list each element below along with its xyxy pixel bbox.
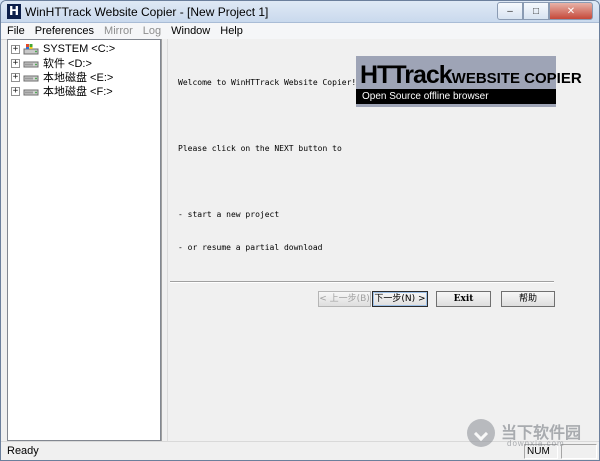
drive-tree[interactable]: + SYSTEM <C:> + 软件 <D:> + 本地磁盘 <E:> + 本地… — [7, 39, 161, 441]
menu-file[interactable]: File — [7, 25, 25, 37]
menu-window[interactable]: Window — [171, 25, 210, 37]
bullet-resume: - or resume a partial download — [178, 243, 323, 252]
menu-help[interactable]: Help — [220, 25, 243, 37]
app-icon[interactable]: H — [7, 4, 21, 19]
tree-item-d-drive[interactable]: + 软件 <D:> — [11, 56, 92, 70]
banner-subtitle: Open Source offline browser — [356, 89, 556, 104]
tree-item-e-drive[interactable]: + 本地磁盘 <E:> — [11, 70, 113, 84]
hard-drive-icon — [23, 89, 39, 96]
instruction-line: Please click on the NEXT button to — [178, 144, 342, 153]
site-watermark: 当下软件园 downxia.com — [467, 415, 597, 451]
expand-icon[interactable]: + — [11, 58, 20, 68]
maximize-button[interactable]: □ — [523, 2, 549, 20]
menu-mirror[interactable]: Mirror — [104, 25, 133, 37]
httrack-banner: HTTrackWEBSITE COPIER Open Source offlin… — [356, 56, 582, 107]
banner-logo-text: HTTrackWEBSITE COPIER — [360, 61, 582, 89]
hard-drive-icon — [23, 75, 39, 82]
watermark-url: downxia.com — [507, 439, 565, 448]
help-button[interactable]: 帮助 — [501, 291, 555, 307]
close-button[interactable]: ✕ — [549, 2, 593, 20]
hard-drive-icon — [23, 61, 39, 68]
tree-item-label: SYSTEM <C:> — [43, 43, 116, 55]
tree-item-label: 本地磁盘 <F:> — [43, 86, 113, 98]
welcome-text: Welcome to WinHTTrack Website Copier! Pl… — [178, 55, 356, 275]
expand-icon[interactable]: + — [11, 44, 20, 54]
menu-bar: File Preferences Mirror Log Window Help — [1, 23, 599, 40]
tree-item-c-drive[interactable]: + SYSTEM <C:> — [11, 42, 115, 56]
menu-log[interactable]: Log — [143, 25, 161, 37]
minimize-button[interactable]: – — [497, 2, 523, 20]
system-drive-icon — [23, 44, 39, 55]
separator-line — [170, 281, 554, 283]
wizard-pane: Welcome to WinHTTrack Website Copier! Pl… — [167, 39, 599, 441]
next-button[interactable]: 下一步(N) > — [372, 291, 428, 307]
welcome-line: Welcome to WinHTTrack Website Copier! — [178, 78, 357, 87]
expand-icon[interactable]: + — [11, 86, 20, 96]
tree-item-f-drive[interactable]: + 本地磁盘 <F:> — [11, 84, 113, 98]
back-button[interactable]: < 上一步(B) — [318, 291, 371, 307]
window-title: WinHTTrack Website Copier - [New Project… — [25, 5, 269, 19]
menu-preferences[interactable]: Preferences — [35, 25, 94, 37]
app-window: H WinHTTrack Website Copier - [New Proje… — [0, 0, 600, 461]
title-bar[interactable]: H WinHTTrack Website Copier - [New Proje… — [1, 1, 599, 23]
download-arrow-icon — [467, 419, 495, 447]
window-controls: – □ ✕ — [497, 2, 593, 20]
exit-button[interactable]: Exit — [436, 291, 491, 307]
bullet-new-project: - start a new project — [178, 210, 280, 219]
status-text: Ready — [7, 445, 39, 457]
expand-icon[interactable]: + — [11, 72, 20, 82]
